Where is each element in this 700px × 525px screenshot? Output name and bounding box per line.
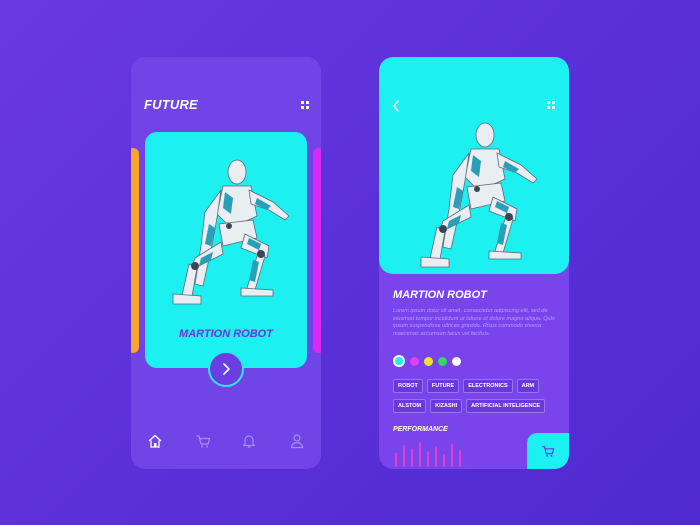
app-title: FUTURE bbox=[144, 97, 198, 112]
tag-chip[interactable]: ARTIFICIAL INTELIGENCE bbox=[466, 399, 546, 413]
color-swatch[interactable] bbox=[452, 356, 461, 366]
color-swatch[interactable] bbox=[438, 356, 447, 366]
back-arrow-icon[interactable] bbox=[391, 99, 401, 113]
color-swatches bbox=[393, 355, 466, 367]
next-button[interactable] bbox=[208, 351, 244, 387]
performance-chart bbox=[395, 442, 461, 467]
robot-image bbox=[420, 122, 538, 268]
robot-card[interactable]: MARTION ROBOT bbox=[145, 132, 307, 368]
side-card-next[interactable] bbox=[313, 148, 321, 353]
color-swatch[interactable] bbox=[424, 356, 433, 366]
performance-label: PERFORMANCE bbox=[393, 426, 448, 433]
left-phone-screen: FUTURE MARTION ROBOT bbox=[131, 57, 321, 469]
product-description: Lorem ipsum dolor sit amet, consectetur … bbox=[393, 308, 555, 337]
right-phone-screen: MARTION ROBOT Lorem ipsum dolor sit amet… bbox=[379, 57, 569, 469]
chevron-right-icon bbox=[223, 363, 230, 375]
cart-icon bbox=[542, 446, 555, 457]
tag-chip[interactable]: ELECTRONICS bbox=[463, 379, 513, 393]
performance-bar bbox=[459, 450, 461, 467]
robot-image bbox=[172, 159, 290, 305]
color-swatch[interactable] bbox=[393, 355, 405, 367]
grid-menu-icon[interactable] bbox=[547, 101, 555, 109]
bell-icon[interactable] bbox=[241, 433, 257, 449]
grid-menu-icon[interactable] bbox=[301, 101, 309, 109]
cart-icon[interactable] bbox=[195, 433, 211, 449]
tag-chip[interactable]: ARM bbox=[516, 379, 540, 393]
performance-bar bbox=[435, 446, 437, 467]
product-title: MARTION ROBOT bbox=[393, 289, 487, 301]
tag-chip[interactable]: KIZASHI bbox=[430, 399, 463, 413]
tag-chip[interactable]: ALSTOM bbox=[393, 399, 427, 413]
bottom-nav bbox=[131, 433, 321, 453]
tag-chip[interactable]: FUTURE bbox=[426, 379, 460, 393]
performance-bar bbox=[411, 448, 413, 467]
side-card-previous[interactable] bbox=[131, 148, 139, 353]
performance-bar bbox=[419, 442, 421, 467]
performance-bar bbox=[403, 444, 405, 467]
tag-list: ROBOT FUTURE ELECTRONICS ARM ALSTOM KIZASHI AR… bbox=[393, 379, 563, 419]
home-icon[interactable] bbox=[147, 433, 163, 449]
performance-bar bbox=[395, 452, 397, 467]
add-to-cart-button[interactable] bbox=[527, 433, 569, 469]
user-icon[interactable] bbox=[289, 433, 305, 449]
color-swatch[interactable] bbox=[410, 356, 419, 366]
tag-chip[interactable]: ROBOT bbox=[393, 379, 423, 393]
product-hero bbox=[379, 57, 569, 274]
performance-bar bbox=[443, 454, 445, 467]
performance-bar bbox=[451, 443, 453, 467]
performance-bar bbox=[427, 451, 429, 467]
robot-card-name: MARTION ROBOT bbox=[179, 328, 273, 340]
